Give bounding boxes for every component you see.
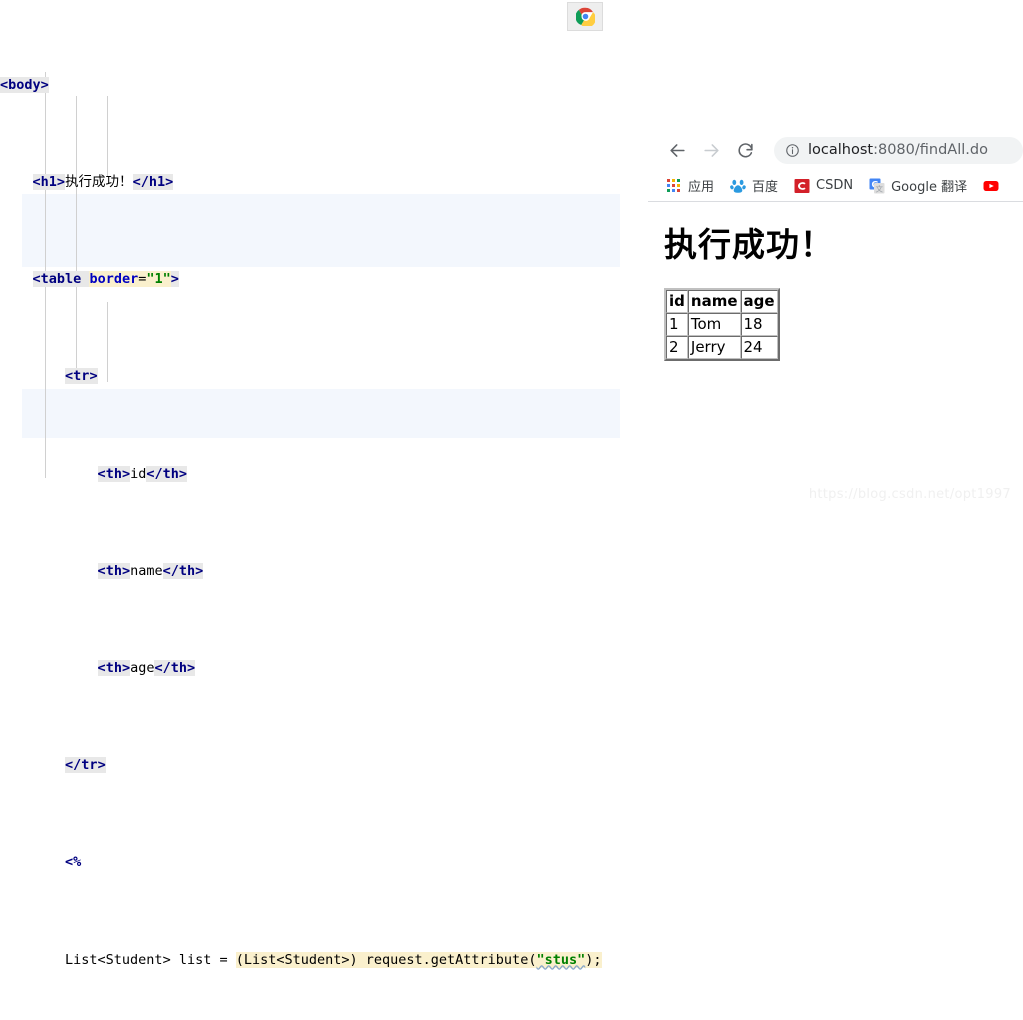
code-line: <th>id</th>	[97, 465, 188, 482]
youtube-icon	[983, 180, 999, 191]
code-line: <th>name</th>	[97, 562, 204, 579]
address-bar-text: localhost:8080/findAll.do	[808, 142, 988, 158]
table-row: 2 Jerry 24	[666, 336, 778, 359]
url-host: localhost	[808, 142, 874, 158]
code-line: </tr>	[65, 757, 106, 774]
baidu-icon	[730, 179, 746, 193]
column-header-name: name	[687, 290, 741, 313]
code-line: List<Student> list = (List<Student>) req…	[65, 951, 602, 968]
bookmark-google-translate[interactable]: G 文 Google 翻译	[869, 176, 967, 195]
url-path: :8080/findAll.do	[873, 142, 988, 158]
page-content: 执行成功！ id name age 1 Tom 18 2 Jerry 24	[648, 202, 1023, 361]
cell-name: Jerry	[687, 336, 741, 359]
students-table: id name age 1 Tom 18 2 Jerry 24	[664, 288, 780, 361]
apps-grid-icon	[667, 178, 680, 192]
csdn-icon	[794, 178, 810, 193]
cell-age: 24	[740, 336, 778, 359]
cell-name: Tom	[687, 313, 741, 336]
bookmark-apps[interactable]: 应用	[666, 176, 714, 195]
svg-text:文: 文	[876, 183, 884, 193]
bookmark-youtube[interactable]	[983, 178, 1005, 194]
cell-id: 1	[666, 313, 688, 336]
bookmark-baidu[interactable]: 百度	[730, 176, 778, 195]
table-header-row: id name age	[666, 290, 778, 313]
code-line: <tr>	[65, 368, 98, 385]
watermark: https://blog.csdn.net/opt1997	[808, 487, 1011, 502]
column-header-id: id	[666, 290, 688, 313]
table-body: 1 Tom 18 2 Jerry 24	[666, 313, 778, 359]
reload-icon	[737, 142, 753, 157]
bookmark-label: 百度	[752, 180, 779, 195]
reload-button[interactable]	[730, 135, 760, 165]
arrow-right-icon	[703, 143, 719, 157]
code-lines[interactable]: <body> <h1>执行成功！</h1> <table border="1">…	[0, 0, 620, 1020]
info-circle-icon[interactable]	[785, 143, 800, 158]
browser-toolbar: localhost:8080/findAll.do	[648, 130, 1023, 170]
cell-id: 2	[666, 336, 688, 359]
column-header-age: age	[740, 290, 778, 313]
bookmarks-bar: 应用 百度 CSDN G 文	[648, 170, 1023, 202]
address-bar[interactable]: localhost:8080/findAll.do	[774, 136, 1023, 164]
forward-button[interactable]	[696, 135, 726, 165]
code-line: <table border="1">	[32, 271, 179, 288]
back-button[interactable]	[662, 135, 692, 165]
arrow-left-icon	[669, 143, 685, 157]
code-line: <th>age</th>	[97, 660, 196, 677]
cell-age: 18	[740, 313, 778, 336]
code-line: <h1>执行成功！</h1>	[32, 174, 174, 191]
chrome-browser-window[interactable]: localhost:8080/findAll.do 应用 百度 CSDN 文 G…	[648, 130, 1023, 510]
bookmark-label: CSDN	[816, 178, 854, 193]
bookmark-label: Google 翻译	[891, 180, 968, 195]
bookmark-label: 应用	[688, 180, 715, 195]
code-line: <%	[65, 854, 82, 871]
code-line: <body>	[0, 76, 49, 93]
page-heading: 执行成功！	[664, 225, 834, 264]
ide-code-pane[interactable]: <body> <h1>执行成功！</h1> <table border="1">…	[0, 0, 620, 968]
table-row: 1 Tom 18	[666, 313, 778, 336]
google-translate-icon: G 文	[869, 178, 885, 193]
bookmark-csdn[interactable]: CSDN	[794, 178, 853, 194]
table-head: id name age	[666, 290, 778, 313]
